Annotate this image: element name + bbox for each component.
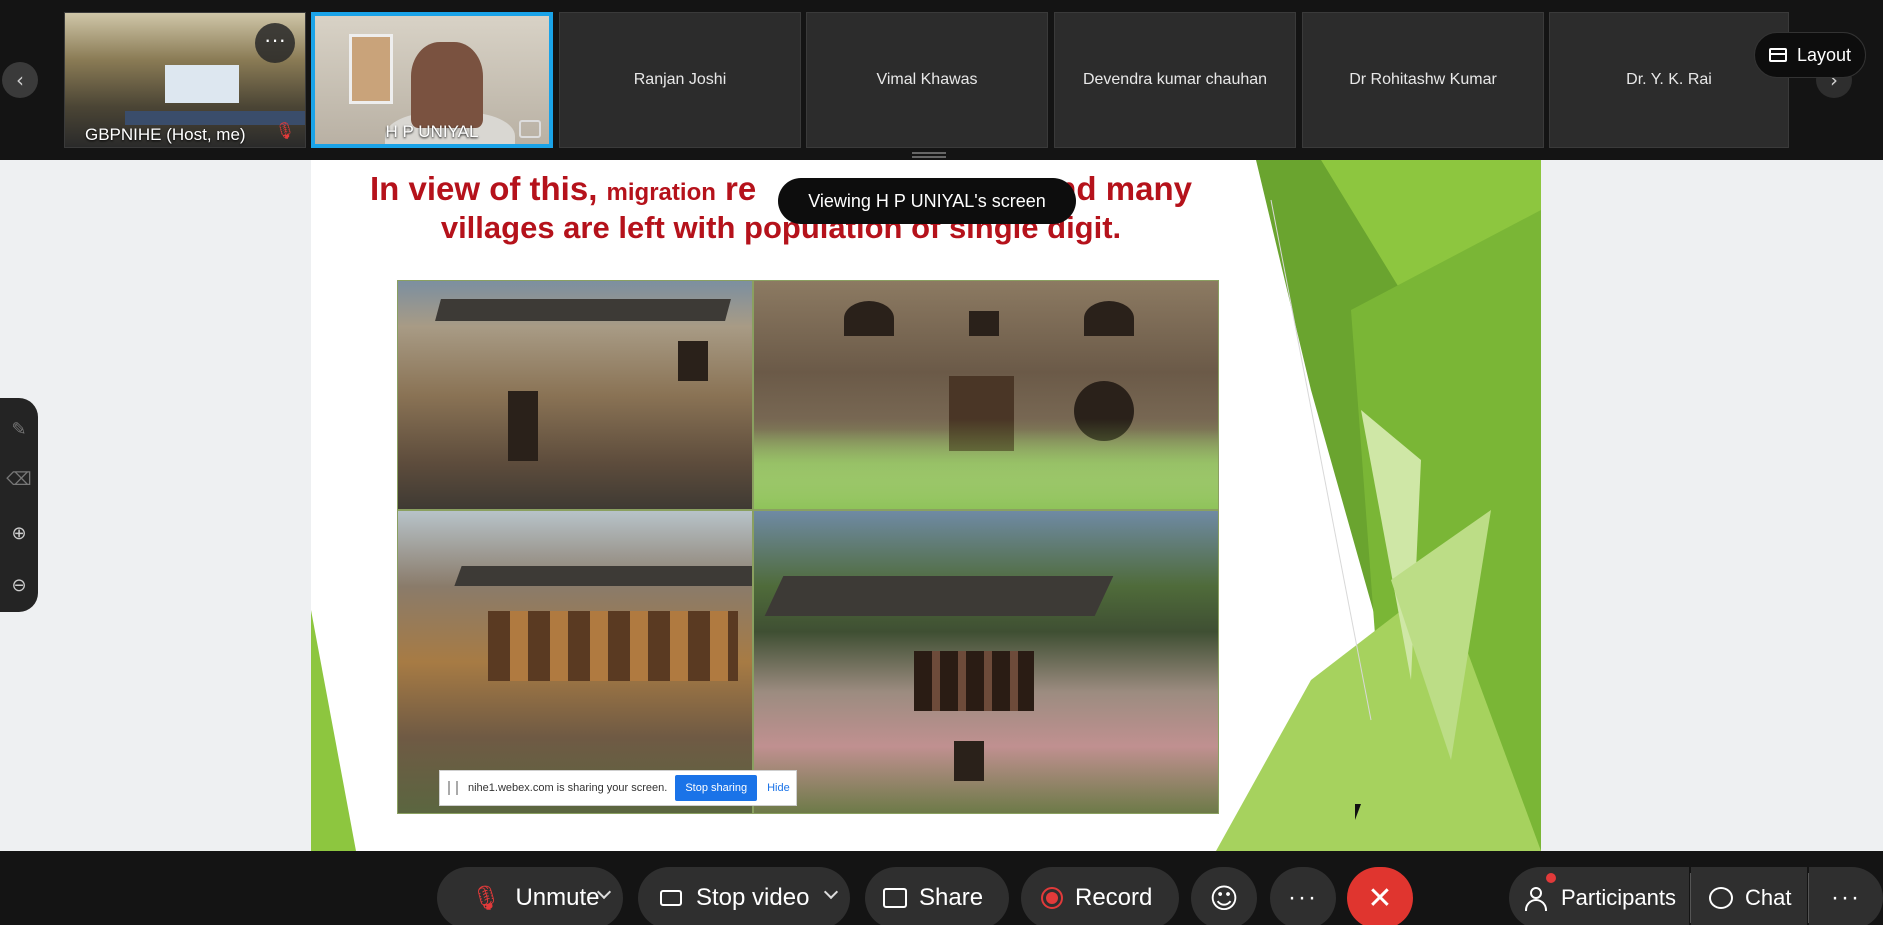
webex-meeting-window: ‹ ··· GBPNIHE (Host, me) 🎙︎ H P UNIYAL R… [0,0,1883,925]
participant-name: Devendra kumar chauhan [1082,71,1268,88]
leave-meeting-button[interactable]: ✕ [1347,867,1413,925]
participant-name: Ranjan Joshi [633,71,727,88]
video-camera-icon [660,890,682,906]
stop-video-label: Stop video [696,884,810,911]
zoom-out-icon[interactable]: ⊖ [5,572,33,600]
participant-name: Dr Rohitashw Kumar [1349,71,1497,88]
speaker-head [411,42,483,128]
chevron-down-icon[interactable] [823,884,839,900]
share-button[interactable]: Share [865,867,1009,925]
drag-handle-icon[interactable] [448,781,458,795]
zoom-in-icon[interactable]: ⊕ [5,520,33,548]
more-options-button[interactable]: ··· [1270,867,1336,925]
participant-filmstrip: ‹ ··· GBPNIHE (Host, me) 🎙︎ H P UNIYAL R… [0,0,1883,160]
stop-video-button[interactable]: Stop video [638,867,850,925]
grass [754,419,1218,509]
participant-name: Vimal Khawas [876,71,978,88]
close-icon: ✕ [1367,880,1393,916]
layout-button[interactable]: Layout [1754,32,1866,78]
muted-mic-icon: 🎙︎ [274,123,295,140]
muted-mic-icon: 🎙︎ [471,884,502,912]
annotation-toolbar: ✎ ⌫ ⊕ ⊖ [0,398,38,612]
hide-button[interactable]: Hide [767,782,790,794]
title-text: In view of this, [370,170,607,207]
layout-icon [1768,48,1787,62]
pen-icon[interactable]: ✎ [5,416,33,444]
participant-tile[interactable]: Dr. Y. K. Rai [1549,12,1789,148]
chat-label: Chat [1745,885,1792,910]
participant-tile[interactable]: Dr Rohitashw Kumar [1302,12,1544,148]
screen-share-icon [519,120,541,138]
share-screen-icon [883,888,907,908]
unmute-label: Unmute [515,884,600,911]
notification-dot [1546,873,1556,883]
share-label: Share [919,884,984,911]
village-house-photo [397,280,753,510]
participant-tile-host[interactable]: ··· GBPNIHE (Host, me) 🎙︎ [64,12,306,148]
room-projector-screen [165,65,239,103]
title-text: nd many [1056,170,1192,207]
village-house-photo [753,510,1219,814]
unmute-button[interactable]: 🎙︎ Unmute [437,867,623,925]
reactions-button[interactable]: ☺ [1191,867,1257,925]
participant-tile[interactable]: Vimal Khawas [806,12,1048,148]
participants-icon [1525,885,1549,911]
participant-tile[interactable]: Devendra kumar chauhan [1054,12,1296,148]
record-button[interactable]: Record [1021,867,1179,925]
share-notice-text: nihe1.webex.com is sharing your screen. [468,782,668,794]
participant-name: H P UNIYAL [385,122,479,141]
title-text: re [715,170,757,207]
meeting-control-bar: 🎙︎ Unmute Stop video Share Record ☺ ··· … [0,851,1883,925]
mouse-cursor [1355,804,1361,820]
participant-name: GBPNIHE (Host, me) [85,125,246,144]
participant-tile[interactable]: Ranjan Joshi [559,12,801,148]
overflow-menu-button[interactable]: ··· [1809,867,1883,925]
shared-screen-area: In view of this, migration re nd many vil… [0,160,1883,851]
more-options-icon: ··· [1831,884,1861,911]
screen-share-notification-bar: nihe1.webex.com is sharing your screen. … [439,770,797,806]
participant-tile-active-speaker[interactable]: H P UNIYAL [311,12,553,148]
record-icon [1041,887,1063,909]
slide-title-line-2: villages are left with population of sin… [440,210,1122,245]
stop-sharing-button[interactable]: Stop sharing [675,775,758,801]
title-text: migration [606,179,716,206]
record-label: Record [1075,884,1153,911]
smiley-icon: ☺ [1209,881,1239,915]
participants-label: Participants [1561,885,1676,910]
wall-poster [349,34,393,104]
participants-button[interactable]: Participants [1509,867,1689,925]
village-house-photo [397,510,753,814]
chat-button[interactable]: Chat [1691,867,1807,925]
village-house-photo [753,280,1219,510]
chat-icon [1709,887,1733,909]
participant-name: Dr. Y. K. Rai [1626,71,1712,88]
presentation-slide: In view of this, migration re nd many vil… [311,160,1541,851]
chevron-left-icon[interactable]: ‹ [2,62,38,98]
more-options-icon: ··· [1288,884,1318,911]
viewing-screen-badge: Viewing H P UNIYAL's screen [778,178,1076,224]
more-options-icon[interactable]: ··· [255,23,295,63]
filmstrip-resize-handle[interactable] [912,152,946,158]
layout-button-label: Layout [1796,44,1852,65]
eraser-icon[interactable]: ⌫ [5,466,33,494]
